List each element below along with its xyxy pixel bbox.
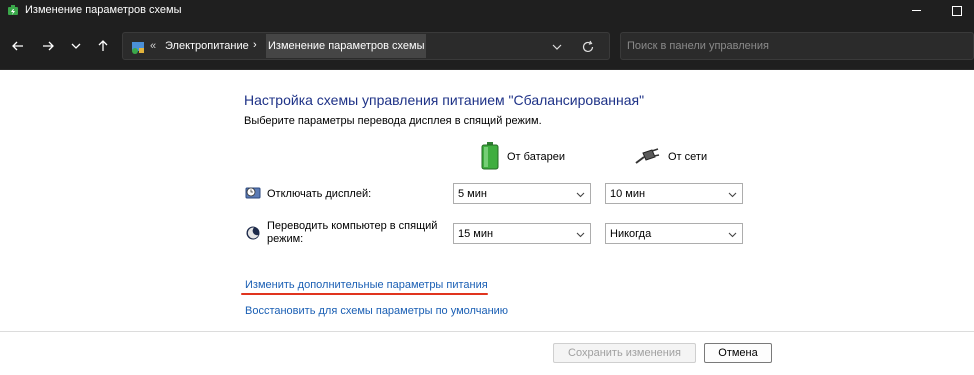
power-plug-icon: [634, 146, 660, 169]
turn-off-display-label: Отключать дисплей:: [267, 188, 372, 200]
sleep-plugged-select[interactable]: Никогда: [605, 223, 743, 244]
address-dropdown-button[interactable]: [551, 41, 563, 53]
arrow-up-icon: [98, 40, 108, 51]
sleep-battery-select[interactable]: 15 мин: [453, 223, 591, 244]
battery-icon: [481, 141, 499, 173]
navigation-bar: « Электропитание › Изменение параметров …: [0, 22, 974, 70]
refresh-icon: [582, 40, 594, 53]
title-bar: Изменение параметров схемы: [0, 0, 974, 22]
column-header-battery: От батареи: [481, 141, 565, 173]
forward-button[interactable]: [37, 36, 59, 56]
breadcrumb-overflow[interactable]: «: [150, 40, 156, 52]
breadcrumb-edit-plan[interactable]: Изменение параметров схемы: [266, 34, 427, 58]
page-subtitle: Выберите параметры перевода дисплея в сп…: [244, 115, 542, 127]
chevron-down-icon: [728, 232, 737, 238]
sleep-battery-value: 15 мин: [458, 228, 494, 240]
save-changes-button[interactable]: Сохранить изменения: [553, 343, 696, 363]
restore-defaults-link[interactable]: Восстановить для схемы параметры по умол…: [245, 305, 508, 317]
display-battery-value: 5 мин: [458, 188, 487, 200]
maximize-button[interactable]: [946, 3, 968, 19]
arrow-left-icon: [12, 41, 23, 51]
minimize-button[interactable]: [906, 3, 928, 19]
up-button[interactable]: [92, 36, 114, 56]
sleep-moon-icon: [245, 225, 261, 241]
breadcrumb-separator[interactable]: ›: [253, 39, 257, 51]
recent-locations-button[interactable]: [65, 36, 87, 56]
chevron-down-icon: [728, 192, 737, 198]
chevron-down-icon: [576, 232, 585, 238]
display-battery-select[interactable]: 5 мин: [453, 183, 591, 204]
power-options-icon: [6, 4, 20, 18]
cancel-button[interactable]: Отмена: [704, 343, 772, 363]
arrow-right-icon: [43, 41, 54, 51]
plugged-column-label: От сети: [668, 151, 708, 163]
footer-divider: [0, 331, 974, 332]
refresh-button[interactable]: [581, 40, 595, 54]
display-timer-icon: [245, 185, 261, 201]
display-plugged-value: 10 мин: [610, 188, 646, 200]
search-input[interactable]: [627, 38, 957, 54]
breadcrumb-power-options[interactable]: Электропитание: [165, 40, 249, 52]
chevron-down-icon: [552, 44, 562, 50]
battery-column-label: От батареи: [507, 151, 565, 163]
window-title: Изменение параметров схемы: [25, 4, 182, 16]
chevron-down-icon: [71, 43, 81, 49]
address-bar[interactable]: « Электропитание › Изменение параметров …: [122, 32, 610, 60]
advanced-power-settings-link[interactable]: Изменить дополнительные параметры питани…: [245, 279, 488, 291]
control-panel-icon: [130, 39, 146, 55]
back-button[interactable]: [7, 36, 29, 56]
highlight-underline: [241, 293, 488, 295]
sleep-computer-label: Переводить компьютер в спящий режим:: [267, 220, 438, 245]
page-title: Настройка схемы управления питанием "Сба…: [244, 92, 645, 108]
search-box[interactable]: [620, 32, 974, 60]
sleep-plugged-value: Никогда: [610, 228, 652, 240]
display-plugged-select[interactable]: 10 мин: [605, 183, 743, 204]
chevron-down-icon: [576, 192, 585, 198]
column-header-plugged: От сети: [634, 142, 707, 172]
